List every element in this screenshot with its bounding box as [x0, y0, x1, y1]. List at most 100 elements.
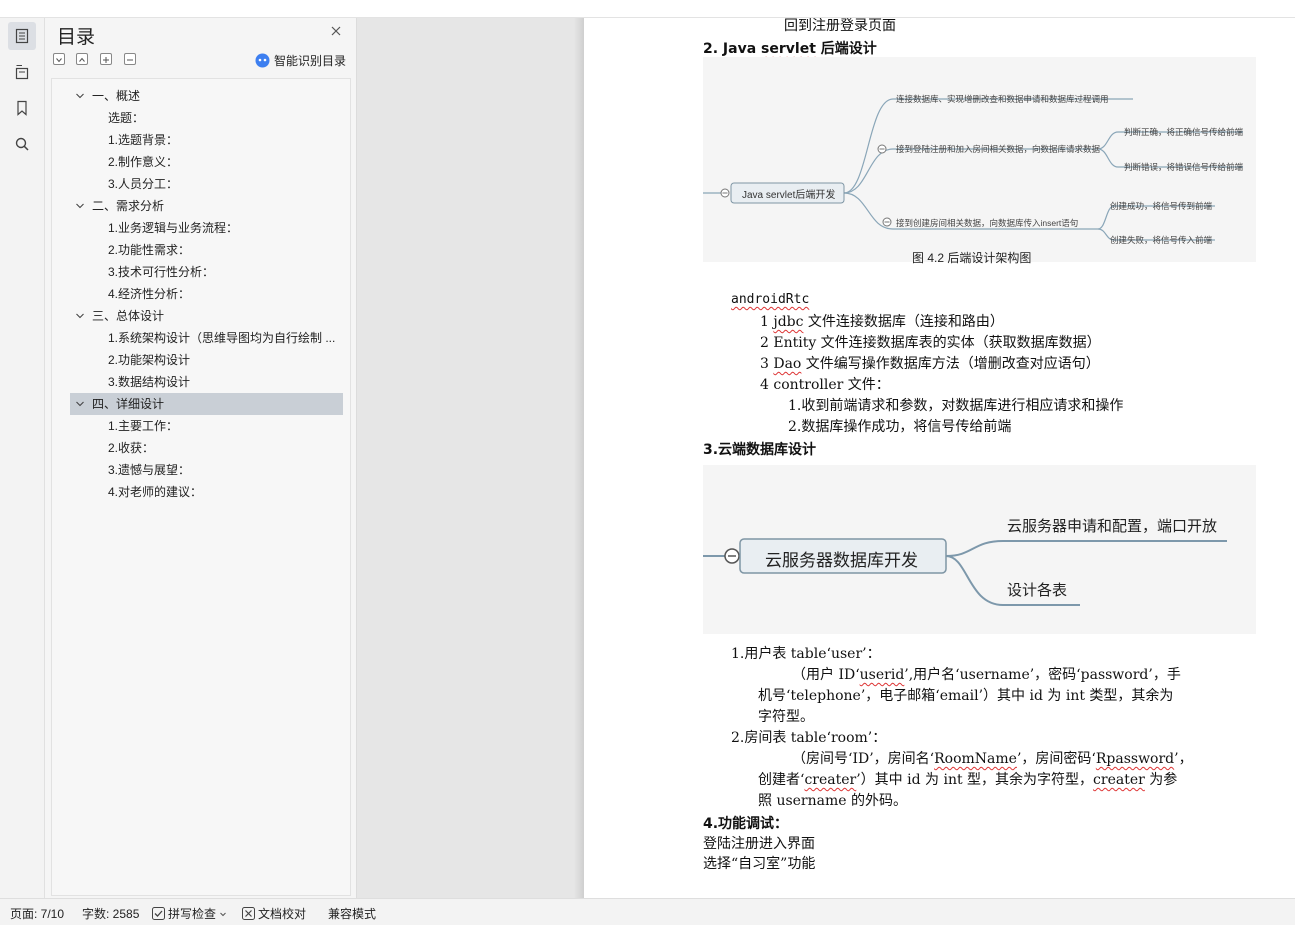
text-run: ’）其中 id 为 int 型，其余为字符型，	[856, 772, 1094, 788]
toc-item-label: 4.对老师的建议：	[108, 485, 203, 499]
toc-item-label: 一、概述	[92, 89, 141, 103]
text-run: ’，	[1174, 751, 1193, 767]
squiggle-word: androidRtc	[731, 292, 810, 307]
smart-toc-label: 智能识别目录	[274, 54, 347, 68]
page-indicator[interactable]: 页面: 7/10	[10, 905, 64, 922]
toc-item[interactable]: 3.技术可行性分析：	[52, 261, 350, 283]
mindmap-branch: 连接数据库、实现增删改查和数据申请和数据库过程调用	[896, 94, 1109, 104]
list-item: 1 jdbc 文件连接数据库（连接和路由）	[760, 311, 1004, 331]
chevron-down-icon[interactable]	[76, 400, 84, 408]
toc-item[interactable]: 3.遗憾与展望：	[52, 459, 350, 481]
doc-line: androidRtc	[731, 292, 809, 307]
doc-line: 登陆注册进入界面	[703, 836, 815, 852]
toc-item[interactable]: 2.功能架构设计	[52, 349, 350, 371]
mindmap-root: Java servlet后端开发	[742, 190, 836, 201]
remove-heading-button[interactable]	[124, 53, 136, 65]
toc-panel-button[interactable]	[8, 22, 36, 50]
close-icon[interactable]	[329, 24, 343, 38]
toc-chapter[interactable]: 二、需求分析	[52, 195, 350, 217]
bookmark-icon	[17, 100, 27, 116]
text-run: ’,用户名‘username’，密码‘password’，手	[904, 667, 1181, 683]
squiggle-word: Dao	[773, 356, 802, 372]
text-run: （用户 ID‘	[792, 667, 860, 683]
list-item: 4 controller 文件：	[760, 374, 890, 394]
add-heading-button[interactable]	[100, 53, 112, 65]
chevron-down-icon[interactable]	[76, 312, 84, 320]
toc-item-label: 1.选题背景：	[108, 133, 179, 147]
chevron-down-icon[interactable]	[76, 92, 84, 100]
list-text: 文件连接数据库（连接和路由）	[803, 314, 1004, 330]
text-run: （房间号‘ID’，房间名‘	[792, 751, 935, 767]
toc-item[interactable]: 2.收获：	[52, 437, 350, 459]
toc-item-label: 4.经济性分析：	[108, 287, 191, 301]
doc-line: 回到注册登录页面	[784, 18, 896, 34]
mindmap-branch: 接到创建房间相关数据，向数据库传入insert语句	[896, 218, 1079, 228]
toc-item-label: 3.人员分工：	[108, 177, 179, 191]
list-item: 3 Dao 文件编写操作数据库方法（增删改查对应语句）	[760, 353, 1100, 373]
ai-assistant-icon	[255, 53, 270, 68]
toc-item[interactable]: 1.主要工作：	[52, 415, 350, 437]
ribbon-strip	[0, 0, 1295, 18]
plus-icon	[103, 57, 109, 63]
status-bar: 页面: 7/10 字数: 2585 拼写检查 文档校对 兼容模式	[0, 898, 1295, 925]
toc-item[interactable]: 2.功能性需求：	[52, 239, 350, 261]
toc-item-label: 2.收获：	[108, 441, 155, 455]
mindmap-branch: 接到登陆注册和加入房间相关数据，向数据库请求数据	[896, 144, 1101, 154]
proofread-icon	[242, 907, 255, 920]
figure-caption: 图 4.2 后端设计架构图	[912, 251, 1032, 265]
minus-icon	[127, 59, 133, 61]
chapter-nav-button[interactable]	[8, 58, 36, 86]
toc-item-label: 1.业务逻辑与业务流程：	[108, 221, 239, 235]
list-item: 2 Entity 文件连接数据库表的实体（获取数据库数据）	[760, 332, 1101, 352]
toc-item[interactable]: 选题：	[52, 107, 350, 129]
toc-item[interactable]: 3.数据结构设计	[52, 371, 350, 393]
toc-chapter[interactable]: 三、总体设计	[52, 305, 350, 327]
doc-line: （房间号‘ID’，房间名‘RoomName’，房间密码‘Rpassword’，	[792, 748, 1193, 768]
word-count[interactable]: 字数: 2585	[82, 905, 139, 922]
heading-text: 2. Java	[703, 41, 762, 57]
squiggle-word: creater	[1093, 772, 1145, 788]
toc-item[interactable]: 1.系统架构设计（思维导图均为自行绘制 ...	[52, 327, 350, 349]
smart-toc-button[interactable]: 智能识别目录	[255, 52, 346, 69]
toc-item[interactable]: 1.选题背景：	[52, 129, 350, 151]
toc-item[interactable]: 3.人员分工：	[52, 173, 350, 195]
page-shadow	[574, 18, 584, 898]
compat-mode: 兼容模式	[328, 905, 376, 922]
doc-proofread-button[interactable]: 文档校对	[242, 905, 306, 922]
section-heading: 2. Java servlet 后端设计	[703, 38, 877, 58]
search-button[interactable]	[8, 130, 36, 158]
bookmark-button[interactable]	[8, 94, 36, 122]
toc-chapter[interactable]: 四、详细设计	[70, 393, 343, 415]
doc-line: （用户 ID‘userid’,用户名‘username’，密码‘password…	[792, 664, 1181, 684]
toc-item[interactable]: 2.制作意义：	[52, 151, 350, 173]
heading-text: servlet	[761, 41, 816, 57]
toc-item[interactable]: 4.对老师的建议：	[52, 481, 350, 503]
mindmap-connectors	[703, 98, 1243, 241]
chevron-down-icon[interactable]	[76, 202, 84, 210]
toc-item[interactable]: 1.业务逻辑与业务流程：	[52, 217, 350, 239]
left-icon-rail	[0, 18, 45, 898]
compat-mode-label: 兼容模式	[328, 907, 377, 921]
collapse-all-button[interactable]	[53, 53, 65, 65]
expand-up-button[interactable]	[76, 53, 88, 65]
toc-item-label: 四、详细设计	[92, 397, 165, 411]
toc-item-label: 2.功能性需求：	[108, 243, 191, 257]
toc-item[interactable]: 4.经济性分析：	[52, 283, 350, 305]
cloud-db-mindmap-figure: 云服务器数据库开发 云服务器申请和配置，端口开放 设计各表	[703, 465, 1256, 634]
document-page[interactable]: 回到注册登录页面 2. Java servlet 后端设计 Java servl…	[584, 18, 1295, 898]
toc-chapter[interactable]: 一、概述	[52, 85, 350, 107]
page-gutter	[357, 18, 582, 898]
list-number: 4	[760, 377, 774, 393]
toc-item-label: 1.主要工作：	[108, 419, 179, 433]
search-icon	[15, 137, 29, 151]
toc-item-label: 1.系统架构设计（思维导图均为自行绘制 ...	[108, 331, 336, 345]
doc-line: 创建者‘creater’）其中 id 为 int 型，其余为字符型，create…	[758, 769, 1177, 789]
spell-check-button[interactable]: 拼写检查	[152, 905, 227, 922]
mindmap-root: 云服务器数据库开发	[765, 551, 918, 570]
backend-mindmap-figure: Java servlet后端开发 连接数据库、实现增删改查和数据申请和数据库过程…	[703, 57, 1256, 265]
squiggle-word: jdbc	[773, 314, 804, 330]
toc-item-label: 3.遗憾与展望：	[108, 463, 191, 477]
squiggle-word: creater	[804, 772, 857, 788]
doc-line: 1.用户表 table‘user’：	[731, 646, 881, 662]
mindmap-leaf: 创建成功，将信号传到前端	[1110, 201, 1213, 211]
